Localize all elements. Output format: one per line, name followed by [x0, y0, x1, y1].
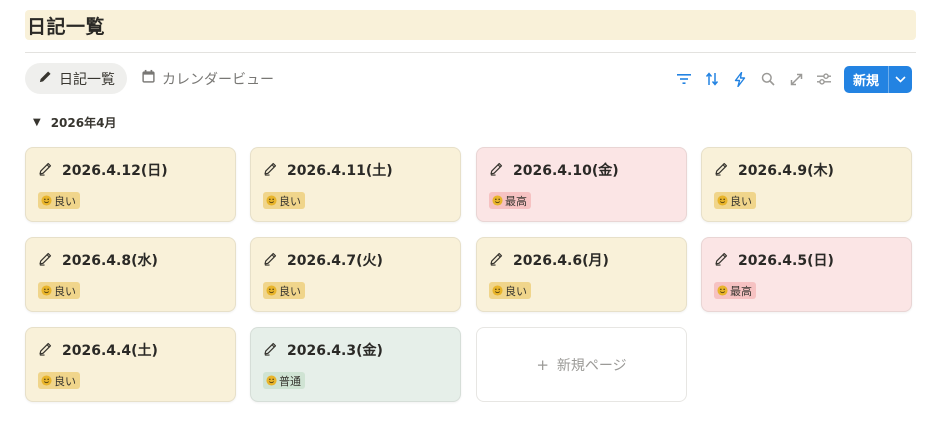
mood-tag: 良い: [38, 192, 80, 209]
card-date: 2026.4.3(金): [287, 343, 383, 359]
diary-card[interactable]: 2026.4.11(土) 良い: [250, 147, 461, 222]
edit-pencil-icon: [263, 161, 287, 180]
chevron-down-icon[interactable]: [889, 66, 912, 93]
page-title-bar: 日記一覧: [25, 10, 916, 40]
mood-label: 良い: [279, 194, 301, 208]
smiley-icon: [492, 195, 503, 206]
mood-label: 良い: [730, 194, 752, 208]
diary-card[interactable]: 2026.4.7(火) 良い: [250, 237, 461, 312]
tab-label: カレンダービュー: [162, 71, 274, 88]
card-date: 2026.4.9(木): [738, 163, 834, 179]
mood-label: 最高: [505, 194, 527, 208]
card-date: 2026.4.12(日): [62, 163, 168, 179]
mood-tag: 最高: [489, 192, 531, 209]
divider: [25, 52, 916, 53]
mood-tag: 良い: [489, 282, 531, 299]
diary-card[interactable]: 2026.4.6(月) 良い: [476, 237, 687, 312]
card-title: 2026.4.12(日): [38, 160, 168, 180]
mood-label: 普通: [279, 374, 301, 388]
view-toolbar: [674, 66, 842, 92]
tab-calendar-view[interactable]: カレンダービュー: [141, 63, 274, 94]
card-date: 2026.4.10(金): [513, 163, 619, 179]
tab-diary-list[interactable]: 日記一覧: [25, 63, 127, 94]
mood-label: 良い: [505, 284, 527, 298]
smiley-icon: [717, 285, 728, 296]
card-title: 2026.4.3(金): [263, 340, 383, 360]
edit-pencil-icon: [263, 341, 287, 360]
edit-pencil-icon: [489, 251, 513, 270]
mood-label: 良い: [279, 284, 301, 298]
card-date: 2026.4.4(土): [62, 343, 158, 359]
mood-label: 良い: [54, 284, 76, 298]
page-title: 日記一覧: [27, 15, 106, 38]
automation-icon[interactable]: [730, 69, 750, 89]
mood-tag: 良い: [38, 372, 80, 389]
diary-card[interactable]: 2026.4.8(水) 良い: [25, 237, 236, 312]
collapse-toggle-icon[interactable]: ▼: [33, 117, 41, 128]
diary-card[interactable]: 2026.4.9(木) 良い: [701, 147, 912, 222]
group-header: ▼ 2026年4月: [33, 114, 116, 131]
diary-card[interactable]: 2026.4.5(日) 最高: [701, 237, 912, 312]
mood-tag: 普通: [263, 372, 305, 389]
edit-pencil-icon: [489, 161, 513, 180]
card-title: 2026.4.4(土): [38, 340, 158, 360]
mood-tag: 良い: [714, 192, 756, 209]
new-page-label: 新規ページ: [556, 357, 627, 374]
pencil-icon: [38, 69, 59, 88]
card-title: 2026.4.7(火): [263, 250, 383, 270]
card-title: 2026.4.10(金): [489, 160, 619, 180]
smiley-icon: [717, 195, 728, 206]
new-button-label: 新規: [852, 74, 879, 89]
mood-tag: 最高: [714, 282, 756, 299]
edit-pencil-icon: [38, 341, 62, 360]
filter-icon[interactable]: [674, 69, 694, 89]
expand-icon[interactable]: [786, 69, 806, 89]
diary-card[interactable]: 2026.4.10(金) 最高: [476, 147, 687, 222]
search-icon[interactable]: [758, 69, 778, 89]
card-title: 2026.4.6(月): [489, 250, 609, 270]
diary-card[interactable]: 2026.4.3(金) 普通: [250, 327, 461, 402]
mood-label: 良い: [54, 194, 76, 208]
smiley-icon: [41, 375, 52, 386]
diary-card[interactable]: 2026.4.4(土) 良い: [25, 327, 236, 402]
mood-tag: 良い: [263, 282, 305, 299]
sort-icon[interactable]: [702, 69, 722, 89]
card-title: 2026.4.5(日): [714, 250, 834, 270]
edit-pencil-icon: [38, 161, 62, 180]
card-date: 2026.4.5(日): [738, 253, 834, 269]
card-title: 2026.4.8(水): [38, 250, 158, 270]
smiley-icon: [266, 285, 277, 296]
plus-icon: +: [536, 355, 549, 374]
edit-pencil-icon: [714, 161, 738, 180]
smiley-icon: [266, 195, 277, 206]
mood-label: 最高: [730, 284, 752, 298]
card-title: 2026.4.9(木): [714, 160, 834, 180]
card-date: 2026.4.11(土): [287, 163, 393, 179]
card-title: 2026.4.11(土): [263, 160, 393, 180]
smiley-icon: [41, 285, 52, 296]
edit-pencil-icon: [714, 251, 738, 270]
mood-tag: 良い: [38, 282, 80, 299]
new-button[interactable]: 新規: [844, 66, 912, 93]
diary-card[interactable]: 2026.4.12(日) 良い: [25, 147, 236, 222]
card-date: 2026.4.6(月): [513, 253, 609, 269]
smiley-icon: [492, 285, 503, 296]
edit-pencil-icon: [38, 251, 62, 270]
smiley-icon: [266, 375, 277, 386]
calendar-icon: [141, 69, 162, 88]
group-label: 2026年4月: [50, 116, 117, 130]
card-date: 2026.4.7(火): [287, 253, 383, 269]
mood-tag: 良い: [263, 192, 305, 209]
settings-icon[interactable]: [814, 69, 834, 89]
edit-pencil-icon: [263, 251, 287, 270]
new-page-card[interactable]: + 新規ページ: [476, 327, 687, 402]
smiley-icon: [41, 195, 52, 206]
tab-label: 日記一覧: [59, 71, 115, 88]
mood-label: 良い: [54, 374, 76, 388]
card-date: 2026.4.8(水): [62, 253, 158, 269]
